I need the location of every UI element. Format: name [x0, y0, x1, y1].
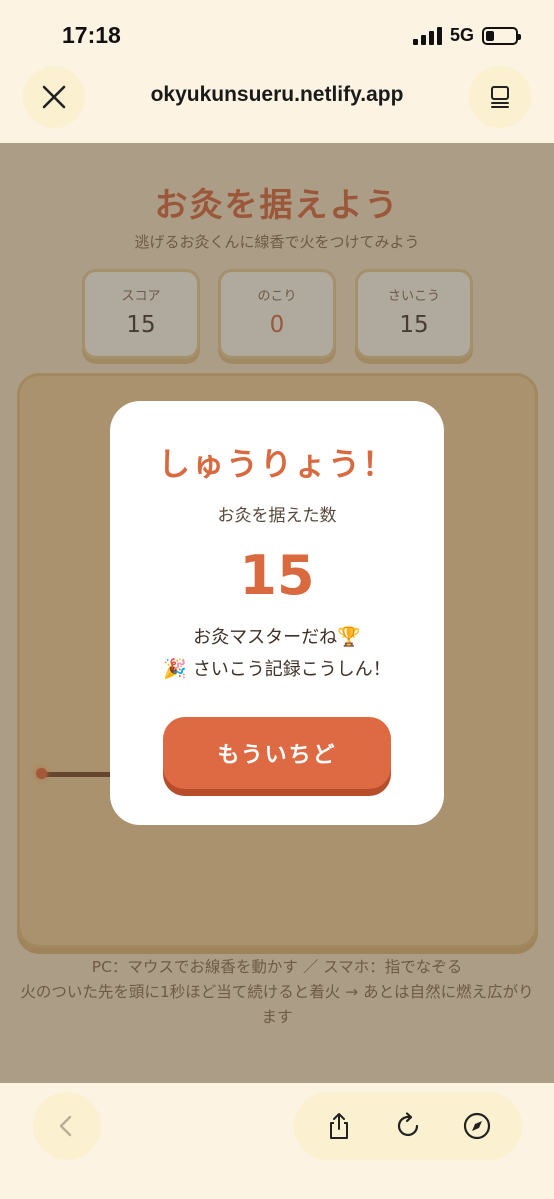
- modal-message-2: 🎉 さいこう記録こうしん！: [110, 655, 444, 681]
- modal-message-1-text: お灸マスターだね: [193, 627, 338, 648]
- chevron-left-icon: [59, 1115, 72, 1137]
- share-icon: [329, 1113, 348, 1139]
- compass-icon: [464, 1112, 491, 1140]
- tabs-icon: [491, 86, 509, 108]
- party-popper-icon: 🎉: [163, 658, 187, 680]
- status-time: 17:18: [62, 22, 121, 48]
- battery-icon: [482, 26, 521, 45]
- trophy-icon: 🏆: [337, 626, 361, 648]
- signal-icon: [412, 26, 442, 45]
- modal-title: しゅうりょう！: [157, 445, 396, 483]
- reload-button[interactable]: [388, 1106, 428, 1146]
- retry-button[interactable]: もういちど: [163, 717, 391, 789]
- reload-icon: [397, 1112, 419, 1137]
- modal-message-1: お灸マスターだね🏆: [110, 623, 444, 649]
- share-button[interactable]: [319, 1106, 359, 1146]
- status-indicators: 5G: [412, 25, 521, 46]
- safari-button[interactable]: [457, 1106, 497, 1146]
- result-modal: しゅうりょう！ お灸を据えた数 15 お灸マスターだね🏆 🎉 さいこう記録こうし…: [110, 401, 444, 825]
- network-label: 5G: [449, 25, 474, 45]
- back-button[interactable]: [33, 1092, 101, 1160]
- browser-bottom-bar: [0, 1083, 554, 1199]
- browser-actions: [294, 1092, 522, 1160]
- browser-top-bar: 17:18 5G okyukunsueru.netlify.app: [0, 0, 554, 143]
- tabs-button[interactable]: [469, 66, 531, 128]
- modal-subtitle: お灸を据えた数: [217, 506, 337, 526]
- modal-message-2-text: さいこう記録こうしん！: [192, 659, 391, 680]
- final-count: 15: [239, 544, 315, 607]
